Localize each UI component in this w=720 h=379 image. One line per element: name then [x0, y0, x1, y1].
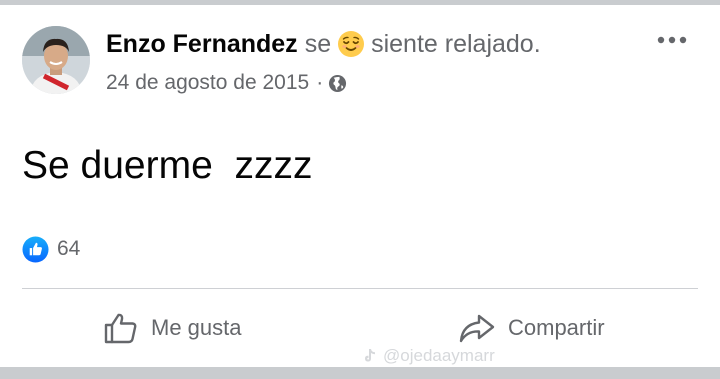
avatar-image [22, 26, 90, 94]
reaction-count: 64 [57, 237, 81, 260]
like-button[interactable]: Me gusta [103, 306, 242, 350]
globe-icon[interactable] [328, 74, 347, 93]
top-frame-bar [0, 0, 720, 5]
post-date[interactable]: 24 de agosto de 2015 [106, 71, 309, 95]
feeling-prefix: se [304, 29, 332, 58]
actions-divider [22, 288, 698, 289]
post-text: Se duerme zzzz [22, 144, 313, 187]
meta-separator: · [316, 71, 324, 94]
more-options-button[interactable] [648, 24, 696, 56]
watermark-text: @ojedaaymarr [383, 346, 495, 365]
more-options-icon [657, 36, 687, 44]
share-arrow-icon [459, 314, 495, 343]
feeling-text: siente relajado. [371, 29, 541, 58]
relieved-face-emoji-icon [337, 30, 365, 58]
post-meta: 24 de agosto de 2015 · [106, 68, 347, 98]
share-button-label: Compartir [508, 315, 605, 340]
thumbs-up-icon [104, 313, 137, 344]
author-name[interactable]: Enzo Fernandez [106, 30, 298, 59]
share-button[interactable]: Compartir [458, 306, 605, 350]
avatar[interactable] [22, 26, 90, 94]
bottom-frame-bar [0, 367, 720, 379]
post-header: Enzo Fernandez se siente relajado. [106, 25, 541, 63]
watermark: @ojedaaymarr [362, 345, 495, 367]
like-button-label: Me gusta [151, 315, 242, 340]
reactions-summary[interactable]: 64 [22, 234, 80, 264]
like-reaction-icon [22, 235, 49, 263]
tiktok-logo-icon [365, 349, 375, 362]
